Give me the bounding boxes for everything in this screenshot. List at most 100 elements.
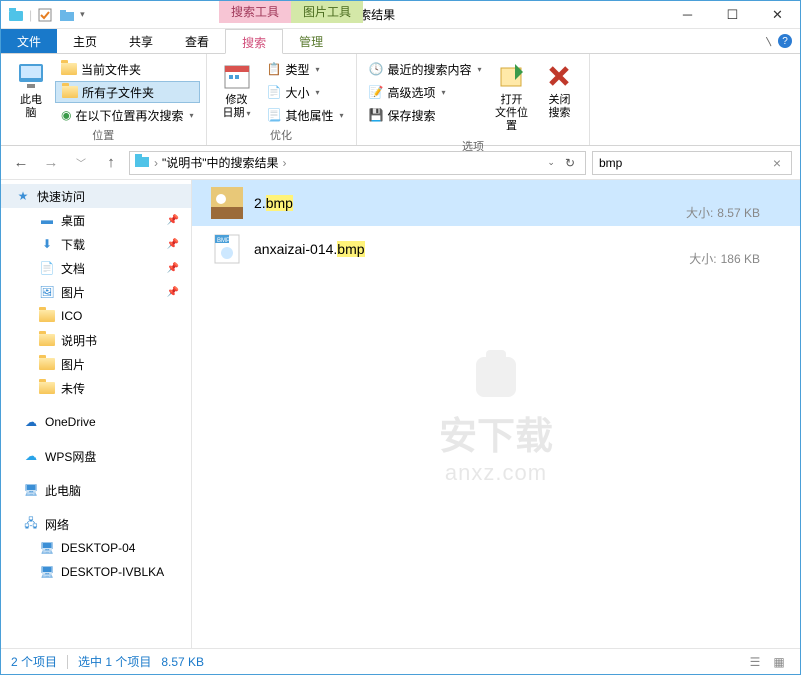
open-file-location-button[interactable]: 打开 文件位置 [487, 56, 535, 138]
qat-dropdown-icon[interactable]: ▾ [80, 9, 85, 20]
star-icon: ★ [15, 188, 31, 204]
group-label-location: 位置 [7, 127, 200, 145]
pin-icon: 📌 [167, 263, 179, 274]
sidebar-item-onedrive[interactable]: ☁OneDrive [1, 410, 191, 434]
ribbon-help[interactable]: 〵 ? [756, 29, 800, 53]
sidebar-item-untransferred[interactable]: 未传 [1, 376, 191, 400]
up-button[interactable]: ↑ [99, 151, 123, 175]
folder-icon [61, 63, 77, 75]
file-size: 大小:8.57 KB [686, 204, 760, 221]
sidebar-item-desktopiv[interactable]: 🖥DESKTOP-IVBLKA [1, 560, 191, 584]
sidebar-item-documents[interactable]: 📄文档📌 [1, 256, 191, 280]
save-search-button[interactable]: 💾保存搜索 [363, 104, 488, 126]
tab-manage[interactable]: 管理 [283, 29, 339, 53]
recent-locations-button[interactable]: ﹀ [69, 151, 93, 175]
back-button[interactable]: ← [9, 151, 33, 175]
navigation-bar: ← → ﹀ ↑ › "说明书"中的搜索结果 › ⌄ ↻ × [1, 146, 800, 180]
all-subfolders-button[interactable]: 所有子文件夹 [55, 81, 200, 103]
help-icon[interactable]: ? [778, 34, 792, 48]
address-segment[interactable]: "说明书"中的搜索结果 [162, 154, 279, 171]
sidebar-item-pictures2[interactable]: 图片 [1, 352, 191, 376]
folder-icon [39, 380, 55, 396]
search-again-in-button[interactable]: ◉在以下位置再次搜索▾ [55, 104, 200, 126]
close-icon [543, 60, 575, 92]
sidebar-item-this-pc[interactable]: 🖥此电脑 [1, 478, 191, 502]
tab-home[interactable]: 主页 [57, 29, 113, 53]
address-dropdown-icon[interactable]: ⌄ [547, 157, 555, 168]
app-icon [7, 6, 25, 24]
ribbon-collapse-icon[interactable]: 〵 [764, 34, 774, 49]
ribbon-group-location: 此电 脑 当前文件夹 所有子文件夹 ◉在以下位置再次搜索▾ 位置 [1, 54, 207, 145]
status-selected-size: 8.57 KB [161, 655, 204, 669]
file-list[interactable]: 安下载 anxz.com 2.bmp 大小:8.57 KB BMP anxaiz… [192, 180, 800, 648]
title-bar: | ▾ 搜索工具 图片工具 bmp - "说明书"中的搜索结果 ─ ☐ ✕ [1, 1, 800, 29]
details-view-button[interactable]: ☰ [744, 652, 766, 672]
clear-search-button[interactable]: × [769, 155, 785, 171]
sidebar-item-pictures[interactable]: 🖼图片📌 [1, 280, 191, 304]
thumbnails-view-button[interactable]: ▦ [768, 652, 790, 672]
recent-searches-button[interactable]: 🕓最近的搜索内容▾ [363, 58, 488, 80]
current-folder-button[interactable]: 当前文件夹 [55, 58, 200, 80]
picture-icon: 🖼 [39, 284, 55, 300]
sidebar-item-network[interactable]: 🖧网络 [1, 512, 191, 536]
file-name: anxaizai-014.bmp [254, 241, 365, 257]
cloud-icon: ☁ [23, 448, 39, 464]
maximize-button[interactable]: ☐ [710, 1, 755, 29]
sidebar-item-desktop04[interactable]: 🖥DESKTOP-04 [1, 536, 191, 560]
folder-icon [62, 86, 78, 98]
history-icon: 🕓 [369, 62, 384, 76]
tab-file[interactable]: 文件 [1, 29, 57, 53]
tab-search[interactable]: 搜索 [225, 29, 283, 54]
sidebar-item-desktop[interactable]: ▬桌面📌 [1, 208, 191, 232]
pin-icon: 📌 [167, 239, 179, 250]
close-search-button[interactable]: 关闭 搜索 [535, 56, 583, 124]
search-input[interactable] [599, 156, 769, 170]
qat-divider: | [29, 8, 32, 22]
sidebar-item-ico[interactable]: ICO [1, 304, 191, 328]
size-icon: 📄 [267, 85, 282, 99]
qat-folder-icon[interactable] [58, 6, 76, 24]
status-selected-count: 选中 1 个项目 [78, 653, 151, 670]
type-button[interactable]: 📋类型▾ [261, 58, 350, 80]
minimize-button[interactable]: ─ [665, 1, 710, 29]
address-bar[interactable]: › "说明书"中的搜索结果 › ⌄ ↻ [129, 151, 586, 175]
ribbon-body: 此电 脑 当前文件夹 所有子文件夹 ◉在以下位置再次搜索▾ 位置 修改 日期▾ … [1, 54, 800, 146]
qat-checkbox-icon[interactable] [36, 6, 54, 24]
pc-icon: 🖥 [39, 564, 55, 580]
close-button[interactable]: ✕ [755, 1, 800, 29]
sidebar-quick-access[interactable]: ★快速访问 [1, 184, 191, 208]
group-label-refine: 优化 [213, 127, 350, 145]
file-item[interactable]: BMP anxaizai-014.bmp 大小:186 KB [192, 226, 800, 272]
file-size: 大小:186 KB [689, 250, 760, 267]
advanced-options-button[interactable]: 📝高级选项▾ [363, 81, 488, 103]
bmp-thumbnail-icon [210, 186, 244, 220]
sidebar-item-manual[interactable]: 说明书 [1, 328, 191, 352]
watermark: 安下载 anxz.com [439, 342, 553, 486]
file-item[interactable]: 2.bmp 大小:8.57 KB [192, 180, 800, 226]
desktop-icon: ▬ [39, 212, 55, 228]
status-item-count: 2 个项目 [11, 653, 57, 670]
search-box[interactable]: × [592, 151, 792, 175]
forward-button[interactable]: → [39, 151, 63, 175]
sidebar-item-downloads[interactable]: ⬇下载📌 [1, 232, 191, 256]
this-pc-button[interactable]: 此电 脑 [7, 56, 55, 124]
navigation-pane: ★快速访问 ▬桌面📌 ⬇下载📌 📄文档📌 🖼图片📌 ICO 说明书 图片 未传 … [1, 180, 192, 648]
other-properties-button[interactable]: 📃其他属性▾ [261, 104, 350, 126]
search-results-icon [134, 153, 150, 172]
address-separator[interactable]: › [283, 156, 287, 170]
pin-icon: 📌 [167, 215, 179, 226]
bmp-file-icon: BMP [210, 232, 244, 266]
download-icon: ⬇ [39, 236, 55, 252]
address-separator[interactable]: › [154, 156, 158, 170]
options-icon: 📝 [369, 85, 384, 99]
open-location-icon [495, 60, 527, 92]
date-modified-button[interactable]: 修改 日期▾ [213, 56, 261, 124]
document-icon: 📄 [39, 260, 55, 276]
sidebar-item-wps[interactable]: ☁WPS网盘 [1, 444, 191, 468]
folder-icon [39, 332, 55, 348]
tab-share[interactable]: 共享 [113, 29, 169, 53]
refresh-button[interactable]: ↻ [559, 156, 581, 170]
size-button[interactable]: 📄大小▾ [261, 81, 350, 103]
tab-view[interactable]: 查看 [169, 29, 225, 53]
file-name: 2.bmp [254, 195, 293, 211]
